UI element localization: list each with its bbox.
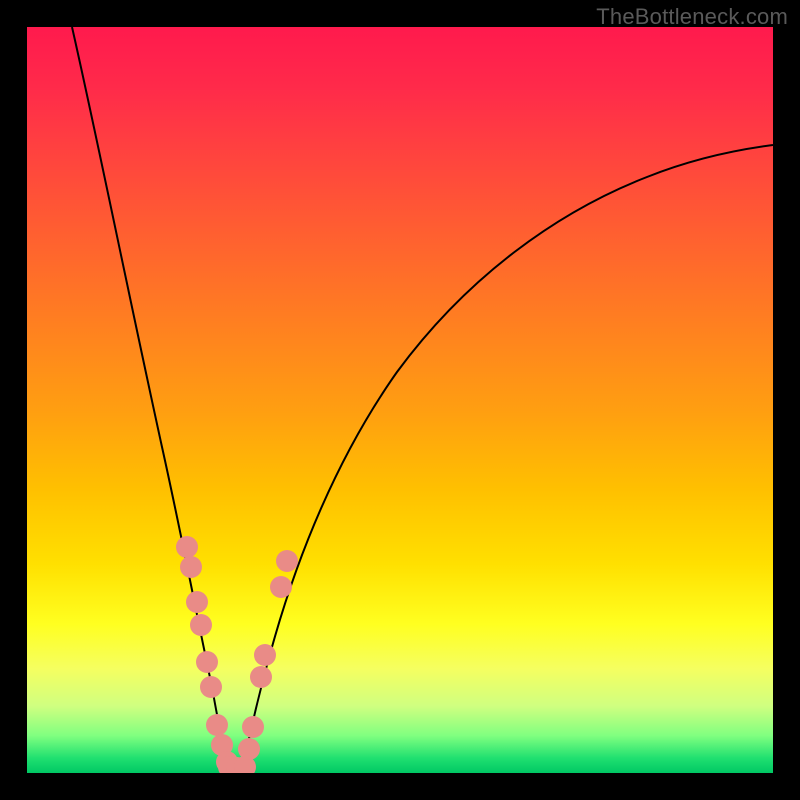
dot bbox=[206, 714, 228, 736]
right-curve bbox=[242, 145, 773, 773]
dot bbox=[190, 614, 212, 636]
dot bbox=[180, 556, 202, 578]
watermark: TheBottleneck.com bbox=[596, 4, 788, 30]
dot bbox=[250, 666, 272, 688]
chart-frame: TheBottleneck.com bbox=[0, 0, 800, 800]
dot bbox=[242, 716, 264, 738]
dot bbox=[176, 536, 198, 558]
dots-left bbox=[176, 536, 238, 773]
dot bbox=[186, 591, 208, 613]
dot bbox=[270, 576, 292, 598]
dot bbox=[200, 676, 222, 698]
dot bbox=[276, 550, 298, 572]
plot-area bbox=[27, 27, 773, 773]
dot bbox=[196, 651, 218, 673]
dots-right bbox=[238, 550, 298, 760]
dot bbox=[254, 644, 276, 666]
chart-svg bbox=[27, 27, 773, 773]
dot bbox=[238, 738, 260, 760]
